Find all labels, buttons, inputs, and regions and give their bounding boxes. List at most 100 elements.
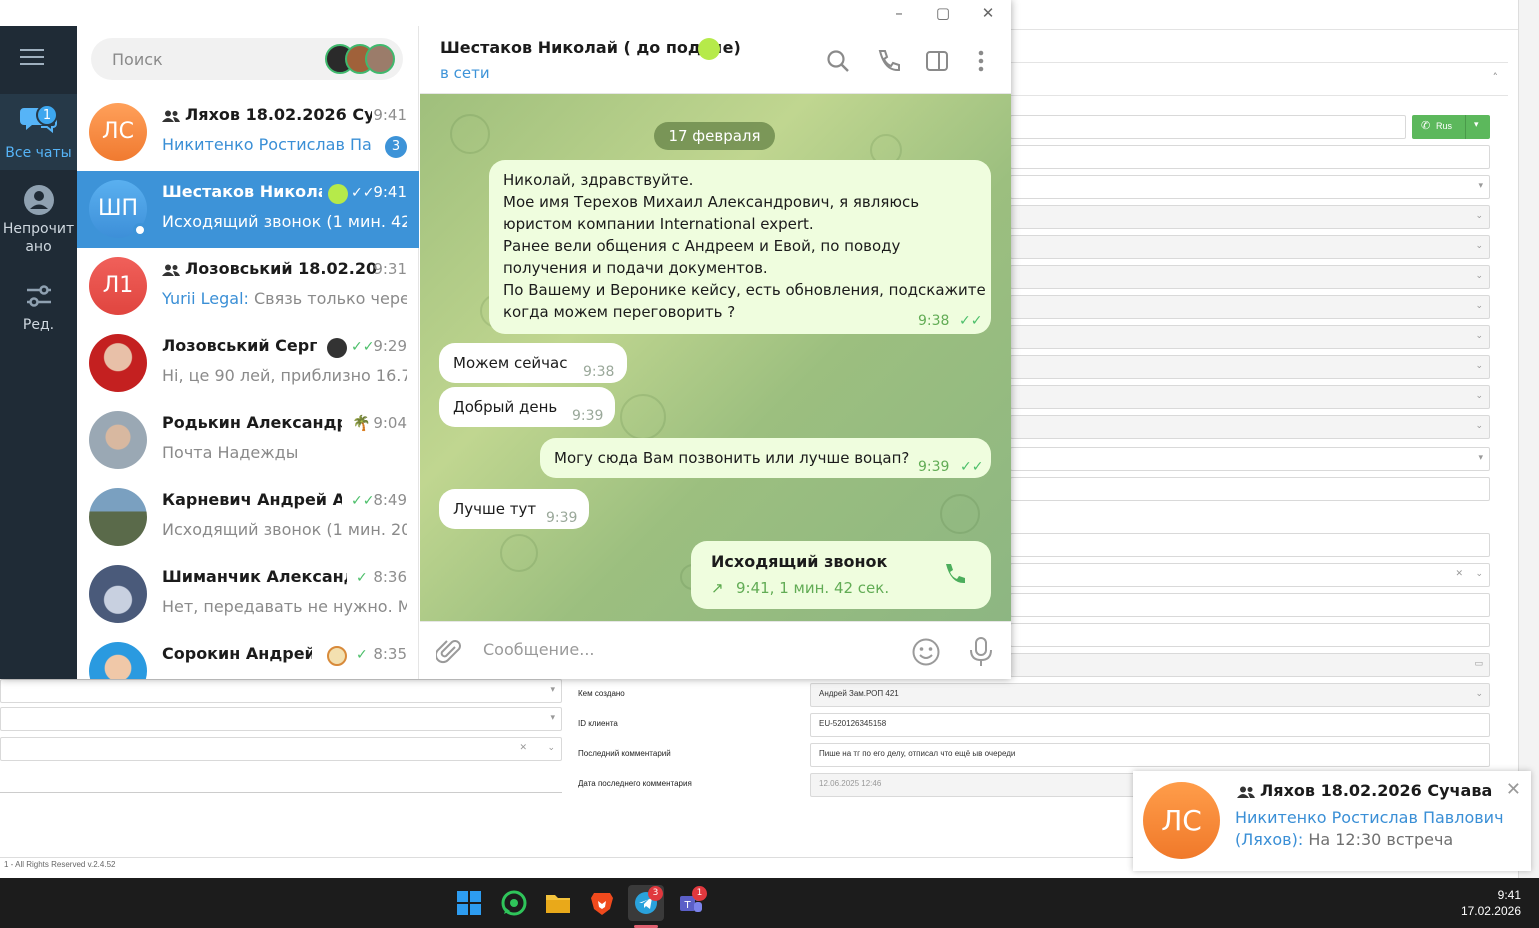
folder-unread[interactable]: Непрочитано bbox=[0, 178, 77, 266]
crm-select[interactable]: ⌄ bbox=[1010, 385, 1490, 409]
search-icon[interactable] bbox=[825, 48, 851, 74]
crm-client-id-field[interactable]: EU-520126345158 bbox=[810, 713, 1490, 737]
search-input[interactable]: Поиск bbox=[91, 38, 403, 80]
crm-date-field[interactable]: ▭ bbox=[1010, 653, 1490, 677]
online-indicator bbox=[133, 223, 147, 237]
crm-label: Последний комментарий bbox=[578, 749, 671, 758]
file-explorer-icon[interactable] bbox=[540, 885, 576, 921]
notification-text: На 12:30 встреча bbox=[1308, 830, 1454, 849]
emoji-icon[interactable] bbox=[911, 637, 941, 667]
attach-icon[interactable] bbox=[436, 638, 462, 666]
crm-field[interactable] bbox=[1010, 533, 1490, 557]
chat-list: Поиск ЛС Ляхов 18.02.2026 Сучава 9:41 Ни… bbox=[77, 26, 419, 679]
chat-item[interactable]: Шиманчик Александр ✓ 8:36 Нет, передават… bbox=[77, 556, 419, 633]
crm-call-button[interactable]: ✆ Rus ▾ bbox=[1412, 115, 1490, 139]
chat-time: 8:36 bbox=[373, 568, 407, 586]
more-icon[interactable] bbox=[968, 48, 994, 74]
chat-preview: Исходящий звонок (1 мин. 20 сек.) bbox=[162, 520, 407, 539]
chat-item[interactable]: Родькин Александр 🌴 9:04 Почта Надежды bbox=[77, 402, 419, 479]
folder-label: Непрочитано bbox=[2, 221, 75, 255]
divider bbox=[0, 792, 562, 793]
maximize-icon[interactable]: ▢ bbox=[928, 2, 958, 24]
crm-select[interactable]: ⌄ bbox=[1010, 355, 1490, 379]
chat-item[interactable]: ЛС Ляхов 18.02.2026 Сучава 9:41 Никитенк… bbox=[77, 94, 419, 171]
chat-time: 9:29 bbox=[373, 337, 407, 355]
crm-select[interactable]: ▾ bbox=[0, 707, 562, 731]
crm-field[interactable] bbox=[1010, 593, 1490, 617]
crm-last-comment-field[interactable]: Пише на тг по его делу, отписал что ещё … bbox=[810, 743, 1490, 767]
crm-select[interactable]: ⌄ bbox=[1010, 265, 1490, 289]
crm-select[interactable]: ⌄ bbox=[1010, 415, 1490, 439]
crm-select[interactable]: ▾ bbox=[1010, 447, 1490, 471]
crm-field[interactable] bbox=[1010, 145, 1490, 169]
windows-start-icon[interactable] bbox=[451, 885, 487, 921]
crm-select[interactable]: ▾ bbox=[0, 679, 562, 703]
message-incoming[interactable]: Можем сейчас 9:38 bbox=[439, 343, 627, 383]
chat-name: Сорокин Андрей bbox=[162, 644, 312, 663]
crm-field[interactable] bbox=[1010, 477, 1490, 501]
brave-browser-icon[interactable] bbox=[584, 885, 620, 921]
chat-sender: Yurii Legal: bbox=[162, 289, 249, 308]
notification-toast[interactable]: ЛС Ляхов 18.02.2026 Сучава Никитенко Рос… bbox=[1133, 771, 1531, 871]
message-incoming[interactable]: Лучше тут 9:39 bbox=[439, 489, 589, 529]
chat-preview: Почта Надежды bbox=[162, 443, 299, 462]
teams-icon[interactable]: T 1 bbox=[672, 885, 708, 921]
whatsapp-icon[interactable] bbox=[496, 885, 532, 921]
crm-select[interactable]: ▾ bbox=[1010, 175, 1490, 199]
unread-badge: 3 bbox=[385, 136, 407, 158]
telegram-taskbar-icon[interactable]: 3 bbox=[628, 885, 664, 928]
stories-strip[interactable] bbox=[325, 44, 397, 74]
chat-item-selected[interactable]: ШП Шестаков Николай ( до подаче) ✓✓ 9:41… bbox=[77, 171, 419, 248]
folder-label: Ред. bbox=[22, 317, 55, 333]
menu-icon[interactable] bbox=[20, 48, 44, 70]
chat-name: Шиманчик Александр bbox=[162, 567, 347, 586]
crm-field[interactable] bbox=[1010, 623, 1490, 647]
chat-header[interactable]: Шестаков Николай ( до подаче) в сети bbox=[420, 26, 1011, 94]
status-emoji-icon bbox=[327, 646, 347, 666]
crm-created-by-field[interactable]: Андрей Зам.РОП 421 ⌄ bbox=[810, 683, 1490, 707]
chat-item[interactable]: Карневич Андрей Александрович ✓✓ 8:49 Ис… bbox=[77, 479, 419, 556]
crm-select[interactable]: ✕ ⌄ bbox=[1010, 563, 1490, 587]
chat-preview: Исходящий звонок (1 мин. 42 сек.) bbox=[162, 212, 407, 231]
sidebar-toggle-icon[interactable] bbox=[924, 48, 950, 74]
chat-item[interactable]: Сорокин Андрей ✓ 8:35 bbox=[77, 633, 419, 679]
dropdown-caret-icon[interactable]: ▾ bbox=[1474, 119, 1479, 130]
crm-scrollbar[interactable] bbox=[1518, 0, 1539, 878]
phone-call-icon[interactable] bbox=[941, 561, 967, 587]
crm-phone-field[interactable] bbox=[1010, 115, 1406, 139]
crm-select[interactable]: ⌄ bbox=[1010, 205, 1490, 229]
message-outgoing[interactable]: Николай, здравствуйте. Мое имя Терехов М… bbox=[489, 160, 991, 334]
chat-item[interactable]: Лозовський Сергій ✓✓ 9:29 Hi, це 90 лей,… bbox=[77, 325, 419, 402]
folder-edit[interactable]: Ред. bbox=[0, 276, 77, 352]
system-clock[interactable]: 9:41 17.02.2026 bbox=[1461, 887, 1521, 919]
message-composer[interactable]: Сообщение... bbox=[420, 621, 1011, 679]
message-call[interactable]: Исходящий звонок ↗ 9:41, 1 мин. 42 сек. bbox=[691, 541, 991, 609]
story-avatar[interactable] bbox=[365, 44, 395, 74]
phone-icon: ✆ bbox=[1421, 120, 1431, 132]
microphone-icon[interactable] bbox=[968, 636, 994, 668]
sliders-icon bbox=[26, 285, 51, 307]
status-emoji-icon bbox=[328, 184, 348, 204]
taskbar-badge: 3 bbox=[648, 886, 663, 901]
message-time: 9:38 bbox=[918, 313, 950, 329]
crm-select[interactable]: ⌄ bbox=[1010, 235, 1490, 259]
crm-label: Кем создано bbox=[578, 689, 625, 698]
message-input[interactable]: Сообщение... bbox=[483, 640, 595, 659]
message-incoming[interactable]: Добрый день 9:39 bbox=[439, 387, 615, 427]
chat-status: в сети bbox=[440, 64, 490, 82]
collapse-icon[interactable]: ˄ bbox=[1493, 71, 1499, 84]
folder-all-chats[interactable]: 1 Все чаты bbox=[0, 94, 77, 170]
crm-select[interactable]: ⌄ bbox=[1010, 295, 1490, 319]
chat-item[interactable]: Л1 Лозовський 18.02.2026 9:31 Yurii Lega… bbox=[77, 248, 419, 325]
svg-text:T: T bbox=[683, 900, 691, 911]
phone-icon[interactable] bbox=[875, 48, 901, 74]
message-outgoing[interactable]: Могу сюда Вам позвонить или лучше воцап?… bbox=[540, 438, 991, 478]
minimize-icon[interactable]: – bbox=[884, 2, 914, 24]
crm-select[interactable]: ⌄ bbox=[1010, 325, 1490, 349]
messages-area[interactable]: 17 февраля Николай, здравствуйте. Мое им… bbox=[420, 94, 1011, 621]
call-detail: 9:41, 1 мин. 42 сек. bbox=[736, 579, 890, 597]
crm-select[interactable]: ✕ ⌄ bbox=[0, 737, 562, 761]
close-icon[interactable]: ✕ bbox=[1506, 779, 1521, 800]
crm-copyright: 1 - All Rights Reserved v.2.4.52 bbox=[4, 860, 116, 869]
close-icon[interactable]: ✕ bbox=[973, 2, 1003, 24]
